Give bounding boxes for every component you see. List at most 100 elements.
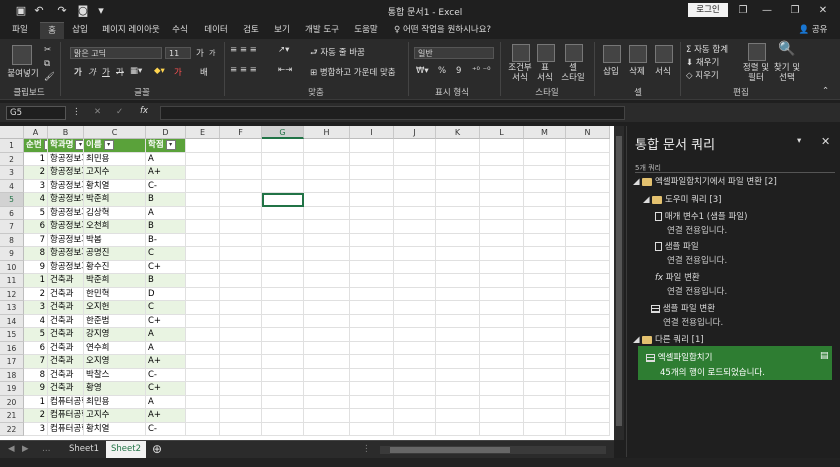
cell[interactable] — [566, 314, 610, 328]
cell[interactable] — [262, 409, 304, 423]
cell[interactable] — [186, 260, 220, 274]
table-cell[interactable]: 3 — [24, 301, 48, 315]
cell[interactable] — [394, 368, 436, 382]
column-header-a[interactable]: A — [24, 126, 48, 139]
align-top-icon[interactable]: ≡ ≡ ≡ — [230, 45, 257, 55]
cell[interactable] — [524, 409, 566, 423]
table-cell[interactable]: 최민용 — [84, 152, 146, 166]
cell[interactable] — [480, 355, 524, 369]
cell[interactable] — [524, 382, 566, 396]
cell[interactable] — [186, 382, 220, 396]
cell[interactable] — [262, 247, 304, 261]
cell[interactable] — [350, 301, 394, 315]
table-cell[interactable]: 고지수 — [84, 409, 146, 423]
row-header-19[interactable]: 19 — [0, 382, 24, 396]
cell[interactable] — [220, 233, 262, 247]
cell[interactable] — [566, 139, 610, 153]
table-cell[interactable]: 박준희 — [84, 193, 146, 207]
table-cell[interactable]: 9 — [24, 382, 48, 396]
cell[interactable] — [304, 193, 350, 207]
query-item-transform-file[interactable]: fx 파일 변환 — [655, 271, 700, 283]
table-cell[interactable]: 김상혁 — [84, 206, 146, 220]
query-item-parameter[interactable]: 매개 변수1 (샘플 파일) — [655, 210, 747, 222]
cell[interactable] — [220, 274, 262, 288]
table-cell[interactable]: C — [146, 247, 186, 261]
pane-close-button[interactable]: ✕ — [821, 135, 830, 148]
cell[interactable] — [566, 166, 610, 180]
copy-icon[interactable]: ⧉ — [44, 59, 50, 69]
cell-styles-button[interactable]: 셀 스타일 — [556, 63, 590, 83]
table-cell[interactable]: 건축과 — [48, 382, 84, 396]
cell[interactable] — [436, 301, 480, 315]
fill-button[interactable]: ⬇ 채우기 — [686, 56, 719, 68]
cell[interactable] — [304, 139, 350, 153]
cell[interactable] — [524, 328, 566, 342]
select-all-corner[interactable] — [0, 126, 24, 139]
query-group-helper[interactable]: ◢ 도우미 쿼리 [3] — [643, 193, 722, 205]
filter-dropdown-icon[interactable]: ▾ — [103, 139, 114, 150]
active-cell-g5[interactable] — [262, 193, 304, 207]
cell[interactable] — [394, 247, 436, 261]
cell[interactable] — [304, 382, 350, 396]
tab-view[interactable]: 보기 — [270, 22, 294, 39]
cell[interactable] — [566, 341, 610, 355]
cell[interactable] — [524, 314, 566, 328]
cell[interactable] — [524, 368, 566, 382]
table-cell[interactable]: 건축과 — [48, 274, 84, 288]
row-header-9[interactable]: 9 — [0, 247, 24, 261]
cell[interactable] — [524, 260, 566, 274]
cell[interactable] — [220, 206, 262, 220]
filter-dropdown-icon[interactable]: ▾ — [75, 139, 83, 150]
row-header-13[interactable]: 13 — [0, 301, 24, 315]
prev-sheet-icon[interactable]: ◀ — [8, 444, 15, 454]
cell[interactable] — [394, 422, 436, 436]
table-header-cell[interactable]: 학과명 ▾ — [48, 139, 84, 153]
cell[interactable] — [436, 193, 480, 207]
table-cell[interactable]: 컴퓨터공학과 — [48, 409, 84, 423]
vertical-scrollbar[interactable] — [614, 126, 624, 440]
cell[interactable] — [524, 233, 566, 247]
cell[interactable] — [524, 220, 566, 234]
cell[interactable] — [220, 260, 262, 274]
row-header-7[interactable]: 7 — [0, 220, 24, 234]
cell[interactable] — [220, 341, 262, 355]
align-left-icon[interactable]: ≡ ≡ ≡ — [230, 65, 257, 75]
cell[interactable] — [350, 152, 394, 166]
column-header-b[interactable]: B — [48, 126, 84, 139]
cell[interactable] — [220, 355, 262, 369]
table-cell[interactable]: B — [146, 274, 186, 288]
tab-data[interactable]: 데이터 — [201, 22, 231, 39]
cell[interactable] — [524, 287, 566, 301]
cell[interactable] — [436, 206, 480, 220]
cell[interactable] — [350, 341, 394, 355]
row-header-18[interactable]: 18 — [0, 368, 24, 382]
table-cell[interactable]: 항공정보과 — [48, 247, 84, 261]
cell[interactable] — [262, 341, 304, 355]
font-size-select[interactable]: 11 — [165, 47, 191, 59]
cell[interactable] — [220, 152, 262, 166]
ribbon-display-options-icon[interactable]: ❐ — [732, 3, 754, 19]
cell[interactable] — [186, 301, 220, 315]
cell[interactable] — [566, 301, 610, 315]
cell[interactable] — [304, 220, 350, 234]
cell[interactable] — [566, 328, 610, 342]
cell[interactable] — [566, 193, 610, 207]
horizontal-scrollbar[interactable] — [380, 446, 606, 454]
horizontal-scroll-thumb[interactable] — [390, 447, 510, 453]
row-header-21[interactable]: 21 — [0, 409, 24, 423]
table-cell[interactable]: 7 — [24, 355, 48, 369]
cell[interactable] — [436, 152, 480, 166]
column-header-l[interactable]: L — [480, 126, 524, 139]
table-cell[interactable]: 황영 — [84, 382, 146, 396]
cell[interactable] — [524, 341, 566, 355]
row-header-10[interactable]: 10 — [0, 260, 24, 274]
format-painter-icon[interactable]: 🖌 — [44, 72, 55, 82]
cell[interactable] — [220, 193, 262, 207]
number-format-select[interactable]: 일반 — [414, 47, 494, 59]
cell[interactable] — [262, 152, 304, 166]
paste-button[interactable]: 붙여넣기 — [6, 67, 40, 79]
table-cell[interactable]: C- — [146, 179, 186, 193]
worksheet-grid[interactable]: ABCDEFGHIJKLMN 1 2 3 4 5 6 7 8 9 10 11 12 13 14 15 16 17… — [0, 126, 614, 440]
borders-icon[interactable]: ▦▾ — [130, 66, 142, 76]
cell[interactable] — [480, 314, 524, 328]
